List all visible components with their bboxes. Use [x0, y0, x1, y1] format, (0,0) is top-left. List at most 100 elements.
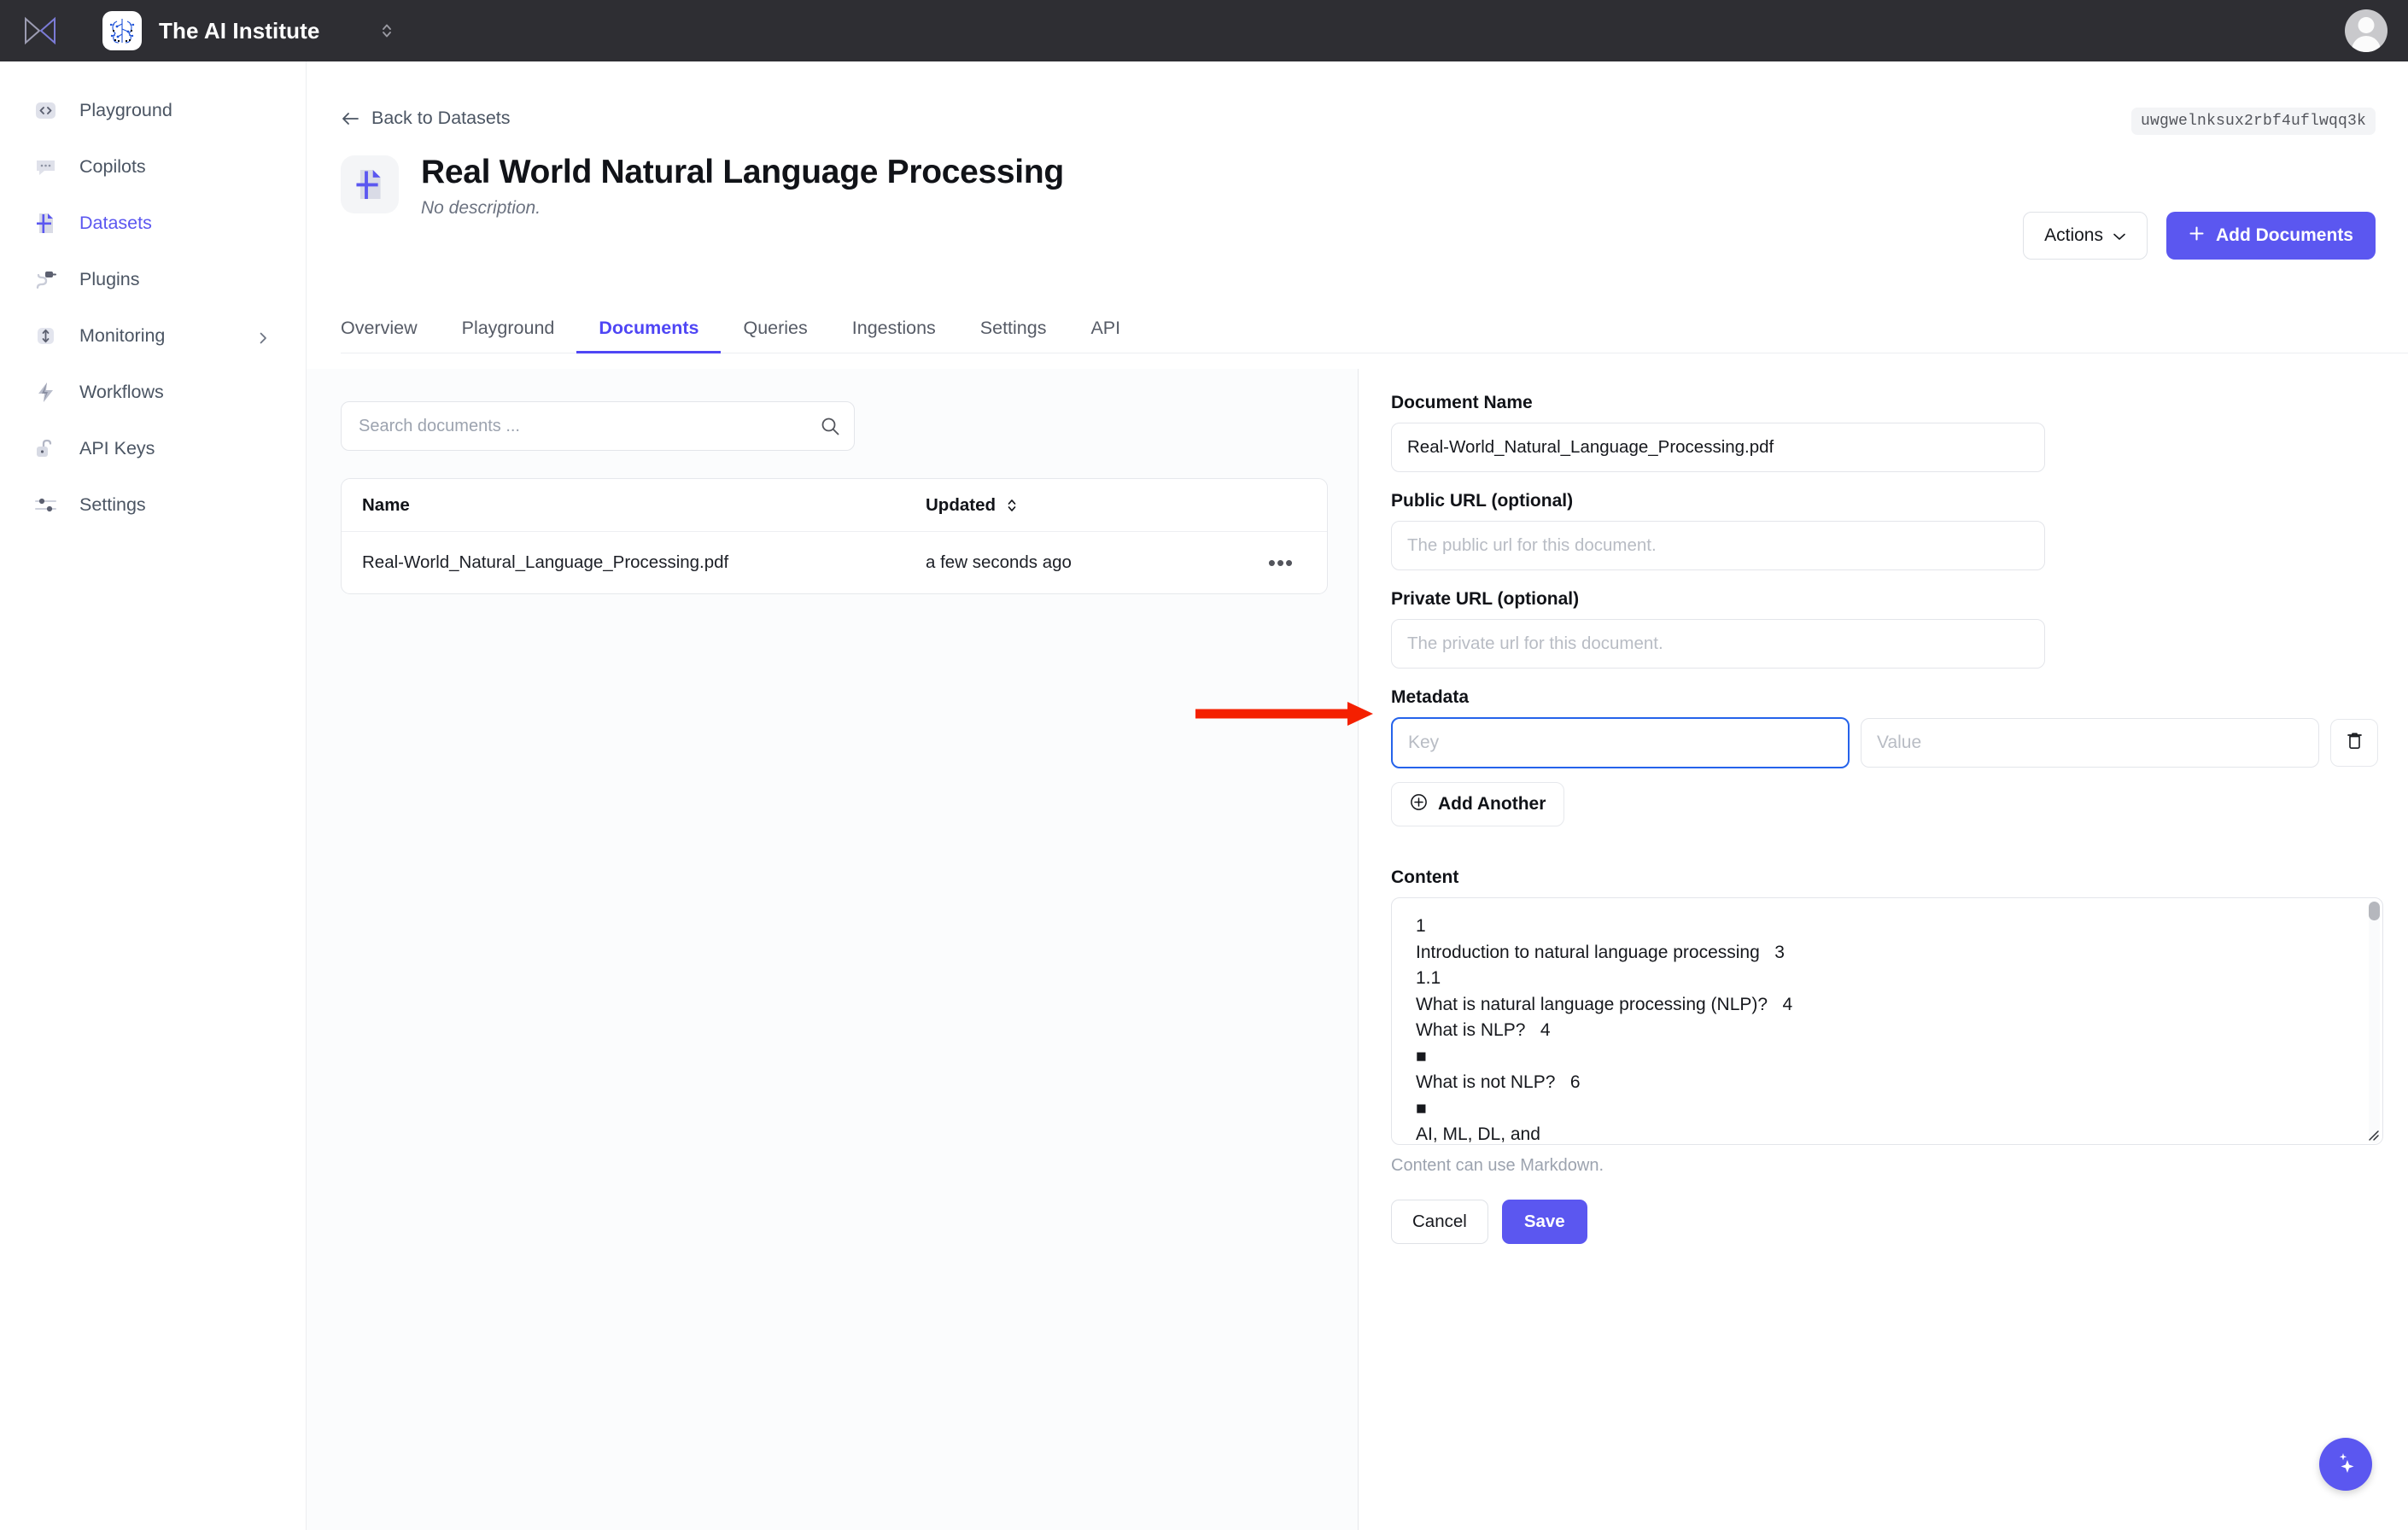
sidebar-item-label: Workflows [79, 381, 164, 402]
tab-playground[interactable]: Playground [440, 318, 577, 353]
content-scrollbar-track[interactable] [2369, 901, 2380, 1143]
add-another-label: Add Another [1438, 794, 1546, 814]
dataset-tabs: Overview Playground Documents Queries In… [341, 318, 2408, 353]
content-textarea[interactable]: 1 Introduction to natural language proce… [1392, 898, 2382, 1144]
metadata-value-input[interactable] [1861, 718, 2319, 768]
public-url-label: Public URL (optional) [1391, 491, 1574, 511]
back-to-datasets-link[interactable]: Back to Datasets [341, 108, 511, 129]
plus-circle-icon [1410, 793, 1428, 816]
chevron-right-icon[interactable] [256, 329, 270, 344]
page-body: Playground Copilots Datasets Plugins Mon… [0, 61, 2408, 1530]
back-label: Back to Datasets [371, 108, 511, 128]
tab-documents[interactable]: Documents [576, 318, 722, 353]
sparkles-icon [2333, 1450, 2358, 1480]
sidebar-item-label: API Keys [79, 437, 155, 458]
tab-overview[interactable]: Overview [341, 318, 440, 353]
main-content: Back to Datasets uwgwelnksux2rbf4uflwqq3… [307, 61, 2408, 1530]
metadata-delete-button[interactable] [2330, 719, 2378, 767]
search-icon[interactable] [820, 416, 840, 436]
sidebar-item-label: Settings [79, 493, 146, 515]
plus-icon [2189, 225, 2205, 247]
documents-split-view: Name Updated [307, 369, 2408, 1530]
sidebar-item-copilots[interactable]: Copilots [0, 138, 306, 195]
private-url-label: Private URL (optional) [1391, 589, 1580, 609]
header-actions: Actions Add Documents [2023, 212, 2376, 260]
sidebar-item-settings[interactable]: Settings [0, 476, 306, 533]
chevron-up-down-icon[interactable] [1006, 497, 1020, 514]
app-root: The AI Institute Playground Copilots Dat… [0, 0, 2408, 1530]
actions-button[interactable]: Actions [2023, 212, 2148, 260]
resize-grip-icon[interactable] [2364, 1126, 2380, 1142]
dataset-header: Real World Natural Language Processing N… [341, 154, 1064, 219]
form-actions: Cancel Save [1391, 1200, 2383, 1244]
chevron-up-down-icon[interactable] [376, 18, 398, 44]
table-row[interactable]: Real-World_Natural_Language_Processing.p… [342, 532, 1327, 593]
avatar-body [2352, 36, 2381, 52]
ai-assistant-fab[interactable] [2319, 1438, 2372, 1491]
content-helper-text: Content can use Markdown. [1391, 1156, 1604, 1175]
search-documents-box [341, 401, 855, 451]
table-header-row: Name Updated [342, 479, 1327, 532]
metadata-field: Metadata Key Value Add Another [1391, 687, 2383, 849]
sidebar-item-label: Monitoring [79, 324, 166, 346]
tab-settings[interactable]: Settings [958, 318, 1069, 353]
user-avatar-icon[interactable] [2345, 9, 2388, 52]
add-documents-label: Add Documents [2215, 225, 2353, 245]
ai-brain-circuit-icon [102, 11, 142, 50]
dataset-file-icon [341, 155, 399, 213]
unlocked-padlock-icon [34, 437, 57, 460]
tab-api[interactable]: API [1068, 318, 1143, 353]
document-name-cell: Real-World_Natural_Language_Processing.p… [362, 552, 729, 572]
metadata-key-input[interactable] [1391, 717, 1850, 768]
column-header-updated-label: Updated [926, 494, 996, 515]
sidebar-item-datasets[interactable]: Datasets [0, 195, 306, 251]
sidebar-item-playground[interactable]: Playground [0, 82, 306, 138]
documents-list-pane: Name Updated [307, 369, 1359, 1530]
document-detail-pane: Document Name Public URL (optional) Priv… [1359, 369, 2408, 1530]
document-name-input[interactable] [1391, 423, 2045, 472]
cancel-button[interactable]: Cancel [1391, 1200, 1488, 1244]
documents-table: Name Updated Real-World_Natural_Language… [341, 478, 1328, 594]
actions-label: Actions [2044, 225, 2103, 245]
metadata-row [1391, 717, 2383, 768]
bowtie-logo-icon[interactable] [19, 9, 61, 52]
metadata-label: Metadata [1391, 687, 1470, 707]
ellipsis-horizontal-icon[interactable]: ••• [1255, 551, 1306, 574]
public-url-input[interactable] [1391, 521, 2045, 570]
sidebar-item-label: Plugins [79, 268, 140, 289]
updown-arrows-icon [34, 324, 57, 347]
sidebar-item-label: Playground [79, 99, 172, 120]
sidebar-item-monitoring[interactable]: Monitoring [0, 307, 306, 364]
arrow-left-icon [341, 111, 359, 126]
document-name-field: Document Name [1391, 393, 2383, 472]
content-field: Content 1 Introduction to natural langua… [1391, 867, 2383, 1176]
sidebar-item-workflows[interactable]: Workflows [0, 364, 306, 420]
lightning-bolt-icon [34, 381, 57, 404]
sidebar-item-plugins[interactable]: Plugins [0, 251, 306, 307]
top-bar: The AI Institute [0, 0, 2408, 61]
sidebar-item-api-keys[interactable]: API Keys [0, 420, 306, 476]
code-brackets-icon [34, 99, 57, 122]
add-documents-button[interactable]: Add Documents [2165, 212, 2376, 260]
trash-icon [2346, 731, 2364, 755]
private-url-input[interactable] [1391, 619, 2045, 669]
org-name: The AI Institute [159, 17, 320, 44]
search-input[interactable] [341, 401, 855, 451]
column-header-updated[interactable]: Updated [926, 495, 1306, 516]
tab-queries[interactable]: Queries [721, 318, 829, 353]
chat-bubble-icon [34, 155, 57, 178]
dataset-file-icon [34, 212, 57, 235]
save-button[interactable]: Save [1501, 1200, 1587, 1244]
page-subtitle: No description. [421, 197, 541, 218]
org-switcher[interactable]: The AI Institute [102, 11, 398, 50]
content-scrollbar-thumb[interactable] [2369, 902, 2380, 920]
private-url-field: Private URL (optional) [1391, 589, 2383, 669]
avatar-head [2358, 17, 2375, 33]
public-url-field: Public URL (optional) [1391, 491, 2383, 570]
add-another-button[interactable]: Add Another [1391, 782, 1565, 826]
content-label: Content [1391, 867, 1459, 887]
tab-ingestions[interactable]: Ingestions [830, 318, 958, 353]
document-updated-cell: a few seconds ago [926, 552, 1072, 572]
sidebar-item-label: Datasets [79, 212, 152, 233]
sidebar-item-label: Copilots [79, 155, 146, 177]
